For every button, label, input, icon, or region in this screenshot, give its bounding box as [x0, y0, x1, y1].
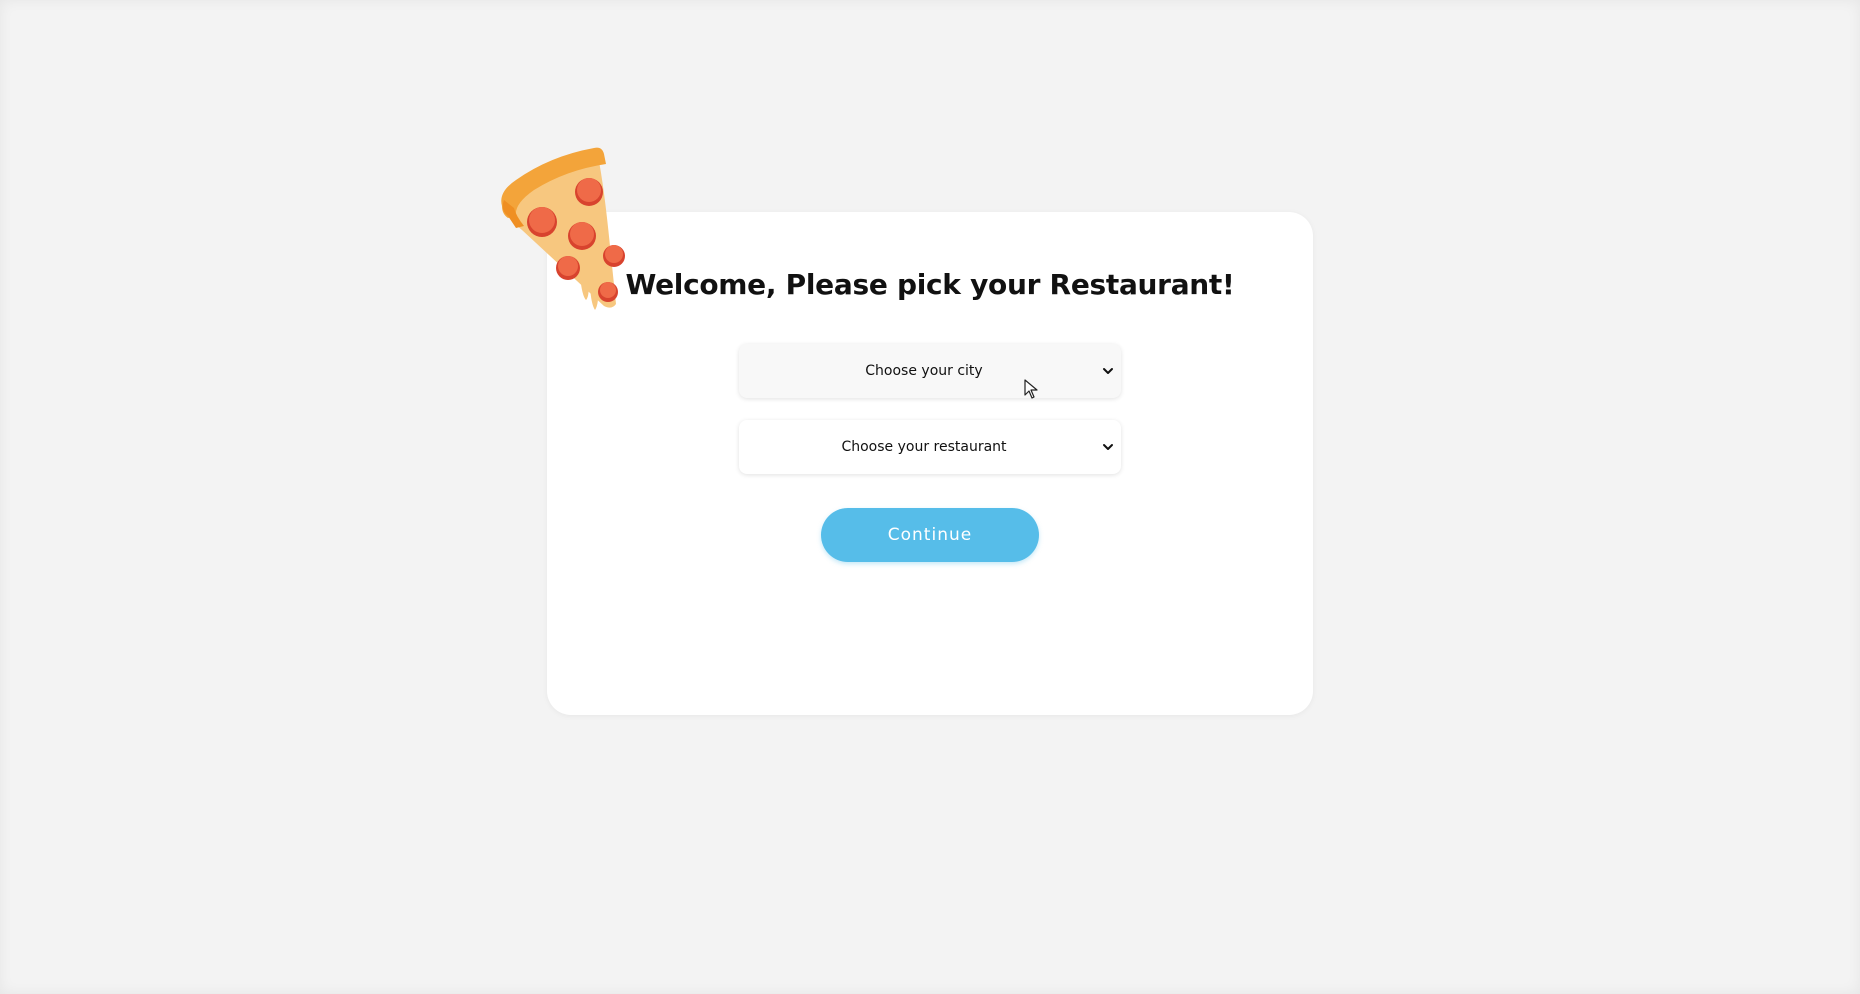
- city-select[interactable]: Choose your city: [739, 344, 1121, 398]
- page-title: Welcome, Please pick your Restaurant!: [625, 268, 1235, 301]
- mouse-cursor-icon: [1024, 379, 1038, 399]
- city-select-value: Choose your city: [865, 363, 983, 379]
- restaurant-select[interactable]: Choose your restaurant: [739, 420, 1121, 474]
- restaurant-select-value: Choose your restaurant: [841, 439, 1007, 455]
- chevron-down-icon: [1103, 444, 1113, 450]
- continue-button[interactable]: Continue: [821, 508, 1039, 562]
- page-background: Welcome, Please pick your Restaurant! Ch…: [0, 0, 1860, 994]
- chevron-down-icon: [1103, 368, 1113, 374]
